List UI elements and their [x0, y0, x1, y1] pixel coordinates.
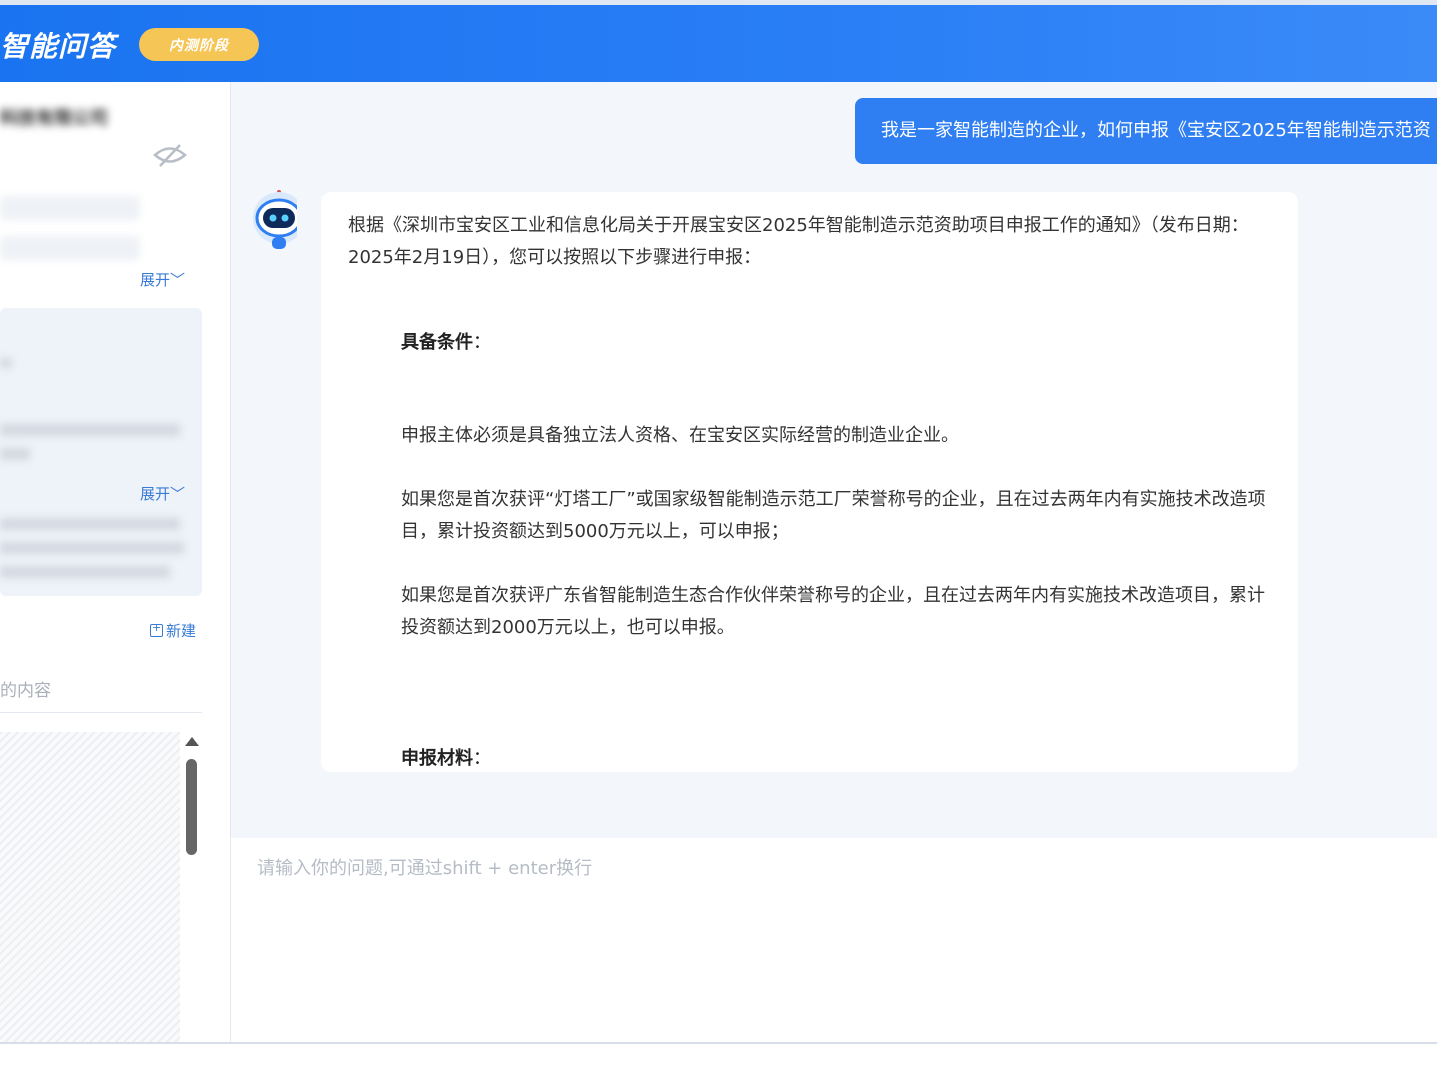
expand-label: 展开 [140, 485, 171, 503]
blurred-line [0, 542, 184, 554]
answer-paragraph: 如果您是首次获评广东省智能制造生态合作伙伴荣誉称号的企业，且在过去两年内有实施技… [401, 585, 1265, 638]
blurred-line [0, 566, 170, 578]
stage-badge: 内测阶段 [139, 28, 259, 61]
blurred-line [0, 518, 180, 530]
expand-label: 展开 [140, 271, 171, 289]
top-header: 智能问答 内测阶段 [0, 0, 1437, 82]
app-window: 智能问答 内测阶段 科技有限公司 展开﹀ 展开﹀ 新建 的 [0, 0, 1437, 1078]
answer-intro: 根据《深圳市宝安区工业和信息化局关于开展宝安区2025年智能制造示范资助项目申报… [348, 215, 1249, 268]
bottom-bar [0, 1042, 1437, 1078]
policy-card[interactable]: 展开﹀ [0, 308, 202, 596]
robot-avatar-icon [253, 190, 297, 249]
eye-slash-icon[interactable] [152, 142, 188, 168]
answer-paragraph: 申报主体必须是具备独立法人资格、在宝安区实际经营的制造业企业。 [401, 425, 959, 446]
info-chip [0, 196, 140, 220]
company-name: 科技有限公司 [0, 108, 108, 129]
answer-heading: 具备条件： [401, 328, 491, 354]
new-button-label: 新建 [166, 622, 197, 640]
answer-heading: 申报材料： [401, 744, 491, 770]
answer-heading-colon: ： [473, 748, 491, 769]
scroll-up-arrow-icon[interactable] [185, 737, 199, 746]
app-title: 智能问答 [0, 30, 117, 63]
divider [0, 712, 202, 713]
chat-panel: 我是一家智能制造的企业，如何申报《宝安区2025年智能制造示范资 根据《深圳市宝… [231, 82, 1437, 838]
expand-link[interactable]: 展开﹀ [140, 483, 185, 504]
blurred-line [0, 358, 12, 368]
answer-heading-text: 申报材料 [401, 748, 473, 769]
sidebar: 科技有限公司 展开﹀ 展开﹀ 新建 的内容 [0, 82, 231, 1042]
answer-heading-colon: ： [473, 332, 491, 353]
section-label: 的内容 [0, 681, 51, 701]
answer-paragraph: 如果您是首次获评“灯塔工厂”或国家级智能制造示范工厂荣誉称号的企业，且在过去两年… [401, 489, 1266, 542]
blurred-line [0, 448, 30, 460]
plus-square-icon [150, 621, 163, 637]
chevron-down-icon: ﹀ [170, 485, 186, 503]
question-input[interactable] [257, 854, 1357, 1024]
chevron-down-icon: ﹀ [170, 271, 186, 289]
new-button[interactable]: 新建 [150, 620, 196, 641]
content-placeholder [0, 732, 180, 1042]
blurred-line [0, 424, 180, 436]
answer-heading-text: 具备条件 [401, 332, 473, 353]
input-area [231, 838, 1437, 1042]
user-message: 我是一家智能制造的企业，如何申报《宝安区2025年智能制造示范资 [855, 98, 1437, 164]
info-chip [0, 236, 140, 260]
answer-card: 根据《深圳市宝安区工业和信息化局关于开展宝安区2025年智能制造示范资助项目申报… [321, 192, 1298, 772]
expand-link[interactable]: 展开﹀ [140, 269, 185, 290]
scrollbar-thumb[interactable] [186, 759, 197, 855]
